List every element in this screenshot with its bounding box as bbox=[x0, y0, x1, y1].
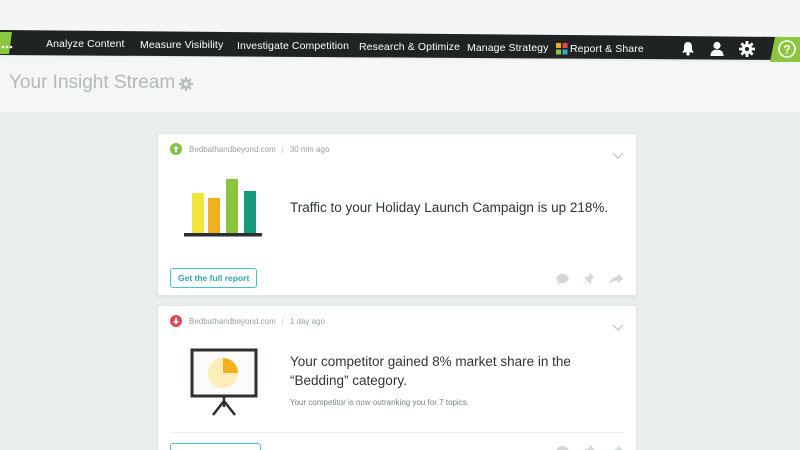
help-icon[interactable]: ? bbox=[778, 40, 796, 63]
svg-text:?: ? bbox=[783, 42, 790, 56]
gear-icon[interactable] bbox=[739, 41, 755, 62]
pin-icon[interactable] bbox=[583, 444, 595, 450]
pie-chart-easel-icon bbox=[190, 348, 258, 416]
nav-measure-visibility[interactable]: Measure Visibility bbox=[140, 39, 223, 51]
card-time: 30 min ago bbox=[289, 144, 330, 154]
insight-card: Bedbathandbeyond.com | 1 day ago Your co… bbox=[157, 305, 637, 450]
bell-icon[interactable] bbox=[681, 41, 695, 61]
nav-manage-strategy[interactable]: Manage Strategy bbox=[467, 42, 548, 54]
page-title: Your Insight Stream bbox=[9, 72, 176, 93]
meta-separator: | bbox=[281, 144, 284, 154]
card-source: Bedbathandbeyond.com bbox=[189, 144, 276, 154]
nav-research-optimize[interactable]: Research & Optimize bbox=[359, 41, 460, 53]
card-subline: Your competitor is now outranking you fo… bbox=[290, 398, 469, 407]
comment-icon[interactable] bbox=[556, 272, 569, 290]
card-source: Bedbathandbeyond.com bbox=[189, 316, 276, 326]
nav-analyze-content[interactable]: Analyze Content bbox=[46, 38, 125, 50]
pin-icon[interactable] bbox=[583, 272, 595, 290]
share-icon[interactable] bbox=[609, 272, 624, 290]
report-share-icon[interactable] bbox=[556, 42, 568, 60]
meta-separator: | bbox=[281, 316, 284, 326]
card-actions bbox=[556, 272, 624, 290]
share-icon[interactable] bbox=[609, 444, 624, 450]
comment-icon[interactable] bbox=[556, 444, 569, 450]
nav-investigate-competition[interactable]: Investigate Competition bbox=[237, 40, 349, 52]
chevron-down-icon[interactable] bbox=[612, 146, 624, 164]
gear-icon[interactable] bbox=[179, 77, 193, 96]
user-icon[interactable] bbox=[710, 41, 724, 61]
card-headline: Your competitor gained 8% market share i… bbox=[290, 354, 571, 388]
chevron-down-icon[interactable] bbox=[612, 318, 624, 336]
trend-up-icon bbox=[170, 143, 182, 155]
get-full-report-button[interactable] bbox=[170, 443, 261, 450]
card-headline: Traffic to your Holiday Launch Campaign … bbox=[290, 200, 609, 215]
card-meta: Bedbathandbeyond.com | 30 min ago bbox=[170, 142, 329, 156]
card-time: 1 day ago bbox=[289, 316, 325, 326]
card-actions bbox=[556, 444, 624, 450]
trend-down-icon bbox=[170, 315, 182, 327]
logo-dots-icon[interactable] bbox=[1, 37, 13, 55]
nav-report-share[interactable]: Report & Share bbox=[570, 43, 644, 55]
card-divider bbox=[170, 432, 624, 433]
top-navigation: Analyze Content Measure Visibility Inves… bbox=[0, 0, 800, 62]
page-header: Your Insight Stream bbox=[0, 62, 800, 112]
card-meta: Bedbathandbeyond.com | 1 day ago bbox=[170, 314, 325, 328]
insight-card: Bedbathandbeyond.com | 30 min ago Traffi… bbox=[157, 133, 637, 296]
get-full-report-button[interactable]: Get the full report bbox=[170, 268, 258, 288]
bar-chart-icon bbox=[184, 179, 262, 237]
